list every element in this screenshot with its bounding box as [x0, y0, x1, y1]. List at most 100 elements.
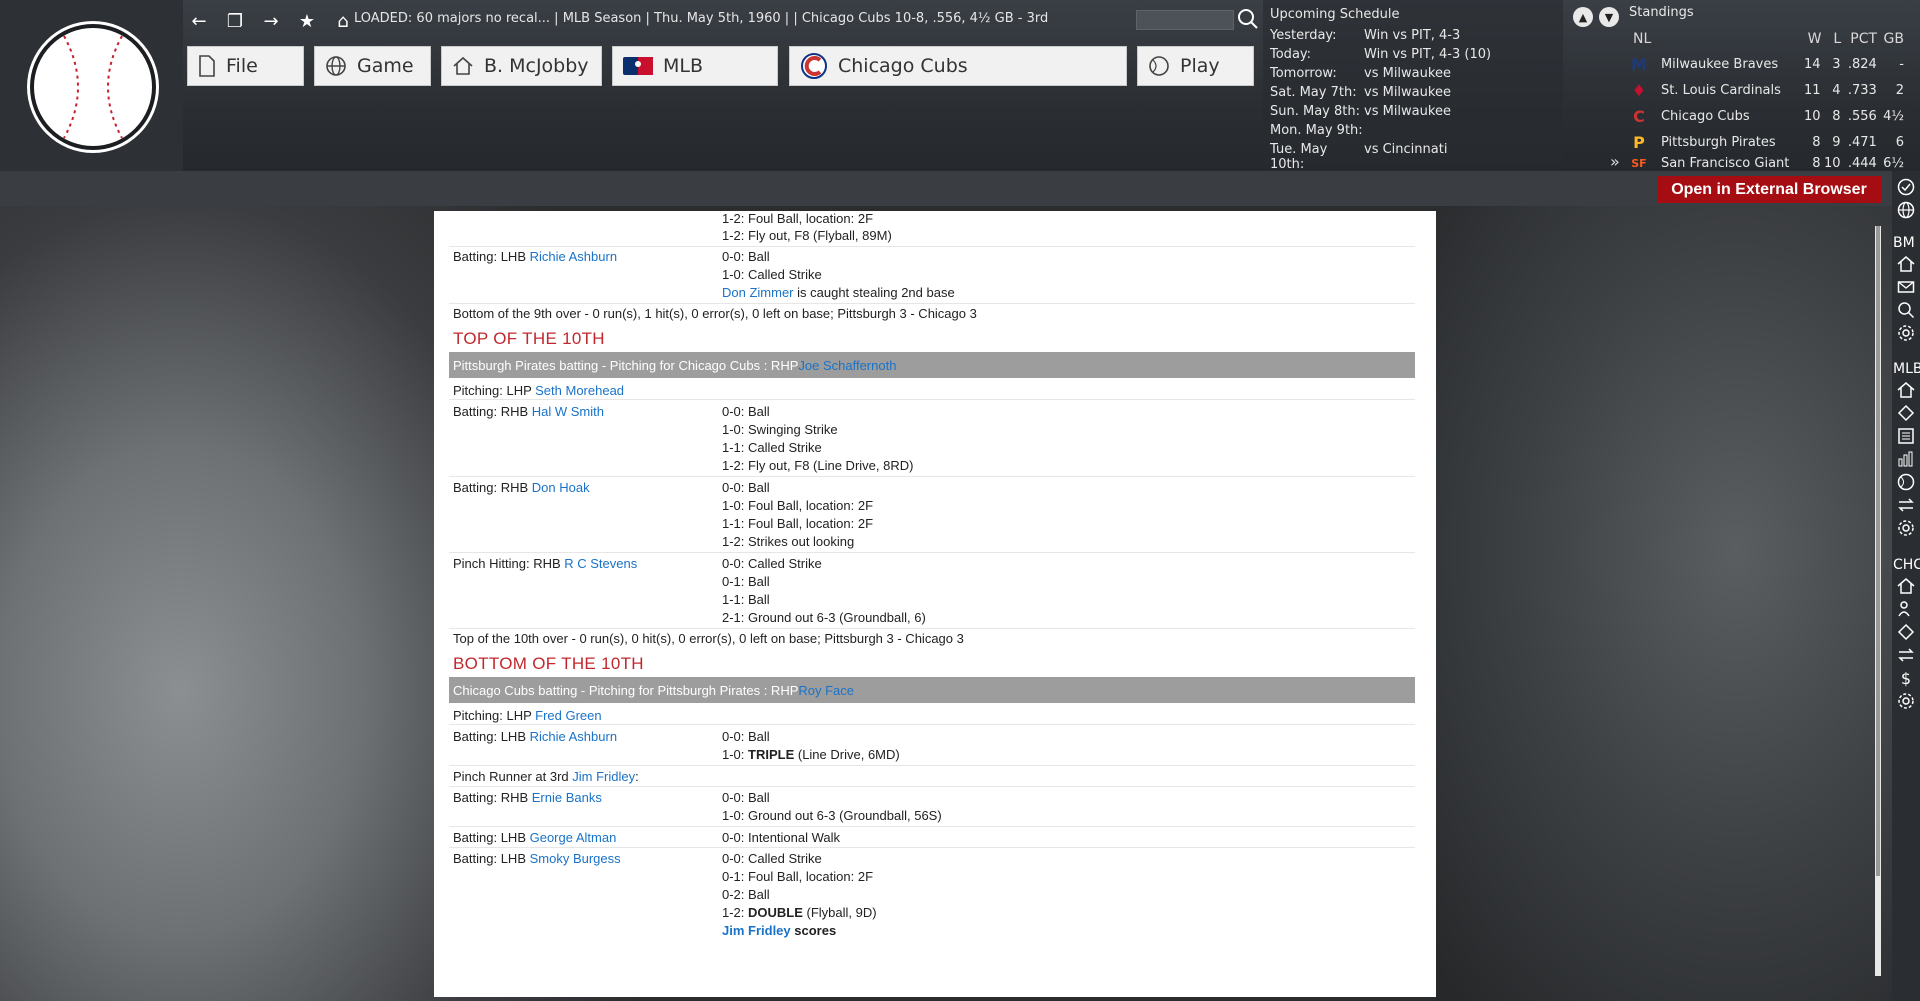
search-icon[interactable]: [1895, 299, 1917, 321]
player-link[interactable]: Joe Schaffernoth: [798, 358, 896, 373]
half-inning-header: Chicago Cubs batting - Pitching for Pitt…: [449, 677, 1415, 703]
batter-prefix: Pinch Hitting: RHB: [453, 556, 565, 571]
cubs-logo-icon: C: [1633, 106, 1645, 126]
search-icon[interactable]: [1237, 8, 1259, 30]
event-line: 0-0: Ball: [722, 790, 770, 805]
schedule-day: Sun. May 8th:: [1270, 104, 1360, 119]
scrollbar-thumb[interactable]: [1876, 226, 1880, 876]
inning-summary: Bottom of the 9th over - 0 run(s), 1 hit…: [453, 306, 977, 321]
play-menu-label: Play: [1180, 55, 1220, 77]
schedule-scroll-controls: ▲ ▼: [1573, 7, 1619, 27]
dollar-icon[interactable]: $: [1895, 667, 1917, 689]
event-line: 1-1: Ball: [722, 592, 770, 607]
schedule-row[interactable]: Mon. May 9th:: [1270, 123, 1560, 142]
player-link[interactable]: Richie Ashburn: [530, 729, 617, 744]
game-menu-button[interactable]: Game: [314, 46, 431, 86]
standings-row[interactable]: M Milwaukee Braves 14 3 .824 -: [1629, 52, 1904, 76]
player-link[interactable]: George Altman: [530, 830, 617, 845]
chevron-down-icon[interactable]: ▼: [1599, 7, 1619, 27]
check-circle-icon[interactable]: [1895, 176, 1917, 198]
games-back: 6½: [1883, 156, 1904, 170]
braves-logo-icon: M: [1631, 54, 1647, 74]
player-link[interactable]: Richie Ashburn: [530, 249, 617, 264]
globe-icon[interactable]: [1895, 199, 1917, 221]
play-menu-button[interactable]: Play: [1137, 46, 1254, 86]
secondary-toolbar: [0, 171, 1892, 206]
gear-icon[interactable]: [1895, 690, 1917, 712]
event-line: 1-2: DOUBLE (Flyball, 9D): [722, 905, 877, 920]
player-link[interactable]: Smoky Burgess: [530, 851, 621, 866]
player-link[interactable]: Don Hoak: [532, 480, 590, 495]
event-line: 0-0: Called Strike: [722, 556, 822, 571]
player-link[interactable]: Roy Face: [798, 683, 854, 698]
player-link[interactable]: Seth Morehead: [535, 383, 624, 398]
diamond-icon[interactable]: [1895, 402, 1917, 424]
copy-pages-icon[interactable]: ❐: [224, 10, 246, 32]
wins: 8: [1812, 134, 1821, 150]
standings-row[interactable]: SF San Francisco Giant 8 10 .444 6½: [1629, 156, 1904, 170]
event-line: 0-1: Foul Ball, location: 2F: [722, 869, 874, 884]
player-link[interactable]: Don Zimmer: [722, 285, 794, 300]
player-link[interactable]: Hal W Smith: [532, 404, 604, 419]
baseball-logo-icon[interactable]: [30, 24, 156, 150]
home-icon[interactable]: [1895, 379, 1917, 401]
bar-chart-icon[interactable]: [1895, 448, 1917, 470]
schedule-info: vs Milwaukee: [1364, 104, 1451, 119]
manager-menu-button[interactable]: B. McJobby: [441, 46, 602, 86]
schedule-row[interactable]: Yesterday: Win vs PIT, 4-3: [1270, 28, 1560, 47]
event-text: is caught stealing 2nd base: [793, 285, 955, 300]
baseball-icon[interactable]: [1895, 471, 1917, 493]
back-arrow-icon[interactable]: ←: [188, 10, 210, 32]
home-icon[interactable]: [1895, 253, 1917, 275]
wins: 10: [1804, 108, 1821, 124]
forward-arrow-icon[interactable]: →: [260, 10, 282, 32]
col-w: W: [1807, 31, 1822, 47]
player-link[interactable]: Jim Fridley: [572, 769, 635, 784]
pinch-runner-suffix: :: [635, 769, 639, 784]
list-icon[interactable]: [1895, 425, 1917, 447]
pct: .556: [1847, 108, 1877, 124]
player-link[interactable]: Fred Green: [535, 708, 601, 723]
team-menu-label: Chicago Cubs: [838, 55, 968, 77]
team-menu-button[interactable]: Chicago Cubs: [789, 46, 1127, 86]
batter-line: Batting: LHB George Altman: [453, 830, 616, 845]
diamond-icon[interactable]: [1895, 621, 1917, 643]
divider: [449, 476, 1415, 477]
players-icon[interactable]: [1895, 598, 1917, 620]
open-external-browser-button[interactable]: Open in External Browser: [1657, 176, 1881, 203]
player-link[interactable]: Jim Fridley: [722, 923, 791, 938]
file-menu-button[interactable]: File: [187, 46, 304, 86]
event-line: 1-2: Foul Ball, location: 2F: [722, 211, 874, 226]
standings-row[interactable]: C Chicago Cubs 10 8 .556 4½: [1629, 104, 1904, 128]
event-line: 1-0: Foul Ball, location: 2F: [722, 498, 874, 513]
schedule-row[interactable]: Tomorrow: vs Milwaukee: [1270, 66, 1560, 85]
schedule-row[interactable]: Sun. May 8th: vs Milwaukee: [1270, 104, 1560, 123]
league-menu-button[interactable]: MLB: [612, 46, 778, 86]
content-scrollbar[interactable]: [1875, 226, 1881, 976]
pct: .444: [1847, 156, 1877, 170]
home-icon[interactable]: [1895, 575, 1917, 597]
home-icon[interactable]: ⌂: [332, 10, 354, 32]
schedule-day: Today:: [1270, 47, 1312, 62]
search-input[interactable]: [1136, 10, 1234, 30]
event-line: 0-0: Ball: [722, 729, 770, 744]
schedule-row[interactable]: Sat. May 7th: vs Milwaukee: [1270, 85, 1560, 104]
chevron-up-icon[interactable]: ▲: [1573, 7, 1593, 27]
transfer-arrows-icon[interactable]: [1895, 494, 1917, 516]
gear-icon[interactable]: [1895, 322, 1917, 344]
player-link[interactable]: Ernie Banks: [532, 790, 602, 805]
mail-icon[interactable]: [1895, 276, 1917, 298]
event-line: 1-0: Called Strike: [722, 267, 822, 282]
gear-icon[interactable]: [1895, 517, 1917, 539]
event-text: scores: [790, 923, 837, 938]
transfer-arrows-icon[interactable]: [1895, 644, 1917, 666]
schedule-row[interactable]: Tue. May 10th: vs Cincinnati: [1270, 142, 1560, 172]
player-link[interactable]: R C Stevens: [564, 556, 637, 571]
standings-row[interactable]: P Pittsburgh Pirates 8 9 .471 6: [1629, 130, 1904, 154]
schedule-row[interactable]: Today: Win vs PIT, 4-3 (10): [1270, 47, 1560, 66]
double-chevron-right-icon[interactable]: »: [1610, 152, 1620, 171]
batter-line: Batting: LHB Smoky Burgess: [453, 851, 621, 866]
star-icon[interactable]: ★: [296, 10, 318, 32]
sidebar-section-bm: BM: [1893, 235, 1915, 251]
standings-row[interactable]: ♦ St. Louis Cardinals 11 4 .733 2: [1629, 78, 1904, 102]
